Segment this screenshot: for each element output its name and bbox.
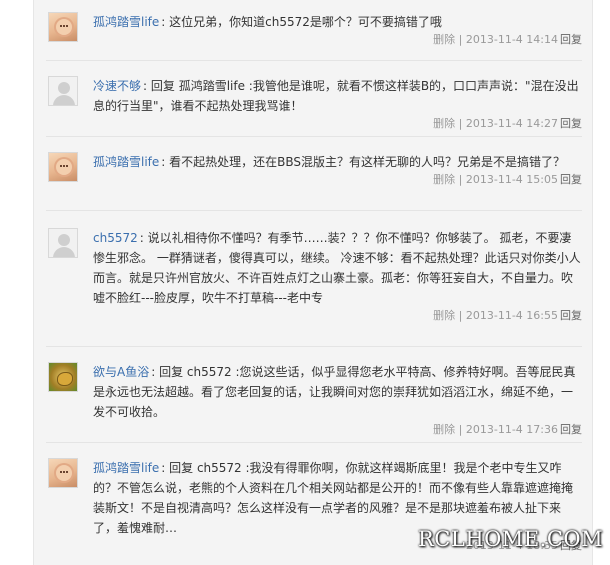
comment-meta: 删除 | 2013-11-4 17:36 回复	[46, 422, 582, 438]
comment-text: ch5572: 说以礼相待你不懂吗？有季节……装？？？你不懂吗？你够装了。 孤老…	[93, 228, 582, 308]
comment-username[interactable]: 欲与A鱼浴	[93, 365, 149, 379]
comment-meta: 删除 | 2013-11-4 14:14 回复	[46, 32, 582, 48]
comment-text: 孤鸿踏雪life: 回复 ch5572 :我没有得罪你啊，你就这样竭斯底里！我是…	[93, 458, 582, 538]
separator: |	[458, 423, 463, 436]
comment-item: 冷速不够: 回复 孤鸿踏雪life :我管他是谁呢，就看不惯这样装B的，口口声声…	[46, 76, 582, 137]
comment-panel: 孤鸿踏雪life: 这位兄弟，你知道ch5572是哪个？可不要搞错了哦 删除 |…	[33, 0, 593, 565]
comment-timestamp: 2013-11-4 15:05	[465, 173, 558, 186]
comment-username[interactable]: 孤鸿踏雪life	[93, 155, 159, 169]
fish-avatar[interactable]	[48, 362, 78, 392]
comment-text: 孤鸿踏雪life: 这位兄弟，你知道ch5572是哪个？可不要搞错了哦	[93, 12, 582, 32]
reply-link[interactable]: 回复	[560, 539, 582, 552]
comment-body: : 回复 ch5572 :您说这些话，似乎显得您老水平特高、修养特好啊。吾等屁民…	[93, 365, 576, 419]
comment-username[interactable]: 孤鸿踏雪life	[93, 461, 159, 475]
default-avatar[interactable]	[48, 76, 78, 106]
comment-username[interactable]: 冷速不够	[93, 79, 141, 93]
comment-timestamp: 2013-11-4 14:27	[465, 117, 558, 130]
comment-body: : 说以礼相待你不懂吗？有季节……装？？？你不懂吗？你够装了。 孤老，不要凄惨生…	[93, 231, 581, 305]
baby-photo-avatar[interactable]	[48, 458, 78, 488]
comment-meta: 删除 | 2013-11-4 16:55 回复	[46, 308, 582, 324]
default-avatar[interactable]	[48, 228, 78, 258]
baby-photo-avatar[interactable]	[48, 152, 78, 182]
comment-item: 孤鸿踏雪life: 这位兄弟，你知道ch5572是哪个？可不要搞错了哦 删除 |…	[46, 12, 582, 61]
comment-text: 孤鸿踏雪life: 看不起热处理，还在BBS混版主？有这样无聊的人吗？兄弟是不是…	[93, 152, 582, 172]
delete-link[interactable]: 删除	[433, 423, 455, 436]
reply-link[interactable]: 回复	[560, 423, 582, 436]
comment-timestamp: 2013-11-4 16:55	[465, 309, 558, 322]
comment-meta: 2013-11-4 18:35 回复	[46, 538, 582, 554]
comment-item: 孤鸿踏雪life: 回复 ch5572 :我没有得罪你啊，你就这样竭斯底里！我是…	[46, 458, 582, 565]
separator: |	[458, 117, 463, 130]
comment-username[interactable]: ch5572	[93, 231, 138, 245]
comment-timestamp: 2013-11-4 18:35	[465, 539, 558, 552]
delete-link[interactable]: 删除	[433, 173, 455, 186]
comment-username[interactable]: 孤鸿踏雪life	[93, 15, 159, 29]
comment-body: : 回复 ch5572 :我没有得罪你啊，你就这样竭斯底里！我是个老中专生又咋的…	[93, 461, 574, 535]
delete-link[interactable]: 删除	[433, 309, 455, 322]
separator: |	[458, 309, 463, 322]
comment-timestamp: 2013-11-4 14:14	[465, 33, 558, 46]
comment-item: 欲与A鱼浴: 回复 ch5572 :您说这些话，似乎显得您老水平特高、修养特好啊…	[46, 362, 582, 443]
delete-link[interactable]: 删除	[433, 117, 455, 130]
reply-link[interactable]: 回复	[560, 117, 582, 130]
comment-body: : 这位兄弟，你知道ch5572是哪个？可不要搞错了哦	[161, 15, 442, 29]
comment-item: ch5572: 说以礼相待你不懂吗？有季节……装？？？你不懂吗？你够装了。 孤老…	[46, 228, 582, 347]
reply-link[interactable]: 回复	[560, 33, 582, 46]
comment-body: : 看不起热处理，还在BBS混版主？有这样无聊的人吗？兄弟是不是搞错了？	[161, 155, 566, 169]
comment-body: : 回复 孤鸿踏雪life :我管他是谁呢，就看不惯这样装B的，口口声声说："混…	[93, 79, 579, 113]
delete-link[interactable]: 删除	[433, 33, 455, 46]
reply-link[interactable]: 回复	[560, 173, 582, 186]
comment-text: 冷速不够: 回复 孤鸿踏雪life :我管他是谁呢，就看不惯这样装B的，口口声声…	[93, 76, 582, 116]
comment-item: 孤鸿踏雪life: 看不起热处理，还在BBS混版主？有这样无聊的人吗？兄弟是不是…	[46, 152, 582, 211]
baby-photo-avatar[interactable]	[48, 12, 78, 42]
separator: |	[458, 173, 463, 186]
reply-link[interactable]: 回复	[560, 309, 582, 322]
comment-meta: 删除 | 2013-11-4 14:27 回复	[46, 116, 582, 132]
comment-timestamp: 2013-11-4 17:36	[465, 423, 558, 436]
comment-meta: 删除 | 2013-11-4 15:05 回复	[46, 172, 582, 188]
comment-text: 欲与A鱼浴: 回复 ch5572 :您说这些话，似乎显得您老水平特高、修养特好啊…	[93, 362, 582, 422]
separator: |	[458, 33, 463, 46]
